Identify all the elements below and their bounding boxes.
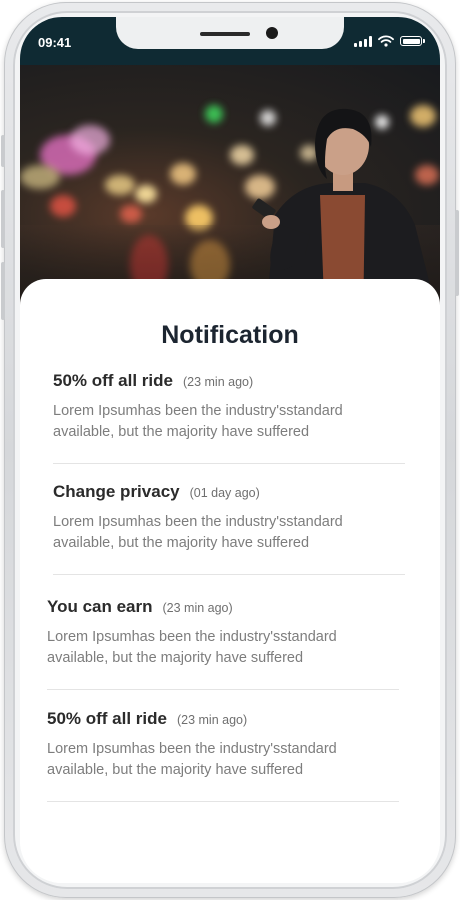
hero-photo <box>20 65 440 315</box>
volume-up-button <box>1 190 5 248</box>
notification-body: Lorem Ipsumhas been the industry'sstanda… <box>53 403 343 440</box>
notification-body: Lorem Ipsumhas been the industry'sstanda… <box>47 629 337 666</box>
mute-switch <box>1 135 5 167</box>
divider <box>53 574 405 575</box>
divider <box>53 463 405 464</box>
notification-item[interactable]: 50% off all ride (23 min ago) Lorem Ipsu… <box>47 709 399 781</box>
notch <box>116 17 344 49</box>
notification-item[interactable]: 50% off all ride (23 min ago) Lorem Ipsu… <box>53 371 405 443</box>
battery-icon <box>400 36 425 46</box>
speaker-grille <box>200 32 250 36</box>
power-button <box>455 210 459 296</box>
volume-down-button <box>1 262 5 320</box>
notification-body: Lorem Ipsumhas been the industry'sstanda… <box>53 514 343 551</box>
notification-item[interactable]: You can earn (23 min ago) Lorem Ipsumhas… <box>47 597 399 669</box>
notification-item[interactable]: Change privacy (01 day ago) Lorem Ipsumh… <box>53 482 405 554</box>
divider <box>47 801 399 802</box>
notification-title: 50% off all ride <box>47 709 167 728</box>
notification-title: You can earn <box>47 597 153 616</box>
status-time: 09:41 <box>38 35 72 50</box>
front-camera <box>266 27 278 39</box>
notification-title: Change privacy <box>53 482 180 501</box>
status-icons <box>354 35 425 47</box>
notification-time: (01 day ago) <box>189 486 260 500</box>
notification-time: (23 min ago) <box>176 713 248 727</box>
notification-card: Notification 50% off all ride (23 min ag… <box>20 279 440 883</box>
wifi-icon <box>378 35 394 47</box>
phone-screen: 09:41 Notification 50% off all ride (23 … <box>20 17 440 883</box>
notification-time: (23 min ago) <box>182 375 254 389</box>
divider <box>47 689 399 690</box>
signal-icon <box>354 35 372 47</box>
notification-time: (23 min ago) <box>162 601 233 615</box>
notification-title: 50% off all ride <box>53 371 173 390</box>
page-title: Notification <box>161 321 299 349</box>
notification-body: Lorem Ipsumhas been the industry'sstanda… <box>47 741 337 778</box>
